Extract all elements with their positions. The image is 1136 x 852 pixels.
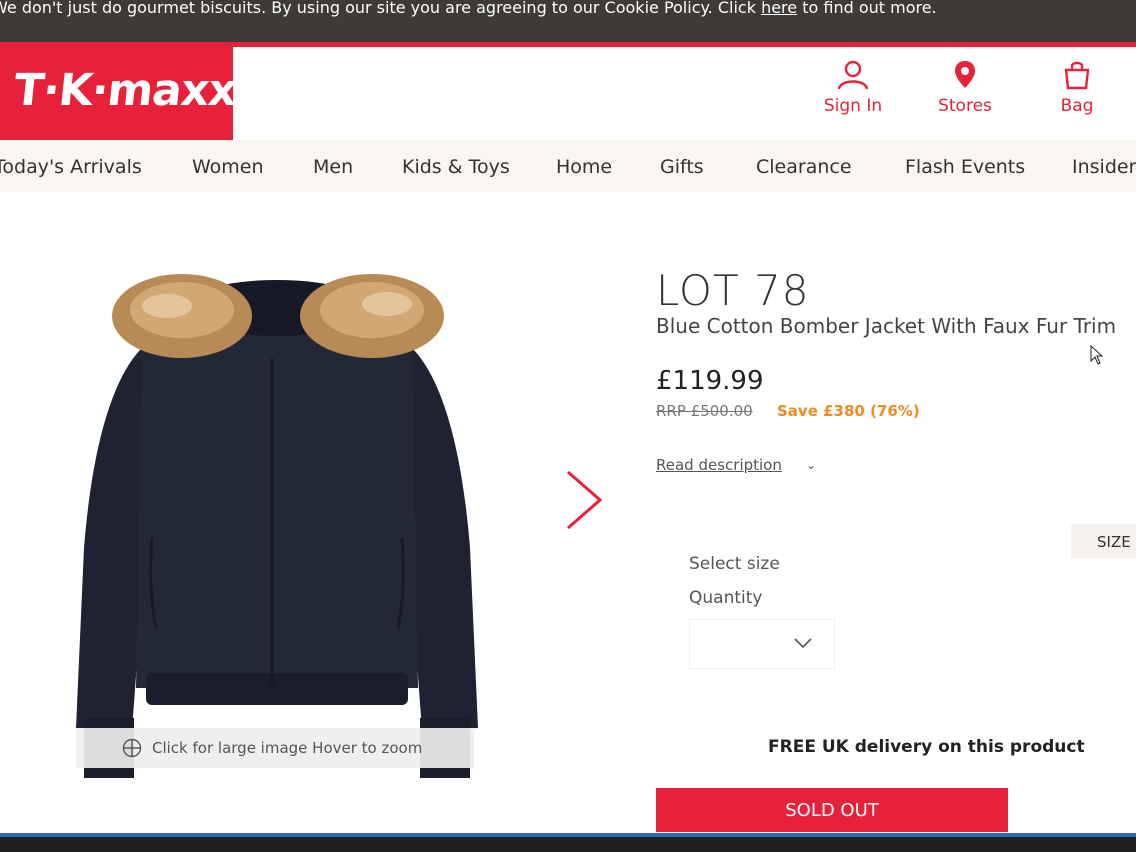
next-image-arrow-icon[interactable] bbox=[562, 468, 606, 532]
product-savings: Save £380 (76%) bbox=[777, 402, 920, 420]
quantity-select[interactable] bbox=[689, 619, 835, 669]
chevron-down-icon bbox=[794, 638, 812, 649]
logo-text: T·K·maxx bbox=[11, 65, 239, 116]
bag-label: Bag bbox=[1060, 96, 1094, 116]
nav-item-todays-arrivals[interactable]: Today's Arrivals bbox=[0, 156, 142, 178]
nav-item-clearance[interactable]: Clearance bbox=[756, 156, 852, 178]
sign-in-link[interactable]: Sign In bbox=[808, 60, 898, 116]
bag-link[interactable]: Bag bbox=[1032, 60, 1122, 116]
product-image[interactable] bbox=[72, 268, 482, 783]
sign-in-label: Sign In bbox=[823, 96, 883, 116]
cookie-message: We don't just do gourmet biscuits. By us… bbox=[0, 0, 762, 17]
main-nav: Today's Arrivals Women Men Kids & Toys H… bbox=[0, 140, 1136, 192]
nav-item-gifts[interactable]: Gifts bbox=[660, 156, 704, 178]
select-size-label: Select size bbox=[689, 554, 780, 574]
quantity-label: Quantity bbox=[689, 588, 763, 608]
cookie-text: We don't just do gourmet biscuits. By us… bbox=[0, 0, 937, 16]
nav-item-insider[interactable]: Insider bbox=[1072, 156, 1136, 178]
product-rrp: RRP £500.00 bbox=[656, 402, 753, 420]
nav-item-women[interactable]: Women bbox=[192, 156, 264, 178]
size-guide-tab[interactable]: SIZE bbox=[1071, 524, 1136, 558]
taskbar bbox=[0, 837, 1136, 852]
read-description-link[interactable]: Read description bbox=[656, 456, 782, 474]
user-icon bbox=[837, 60, 869, 90]
sold-out-button[interactable]: SOLD OUT bbox=[656, 788, 1008, 832]
chevron-down-icon[interactable]: ⌄ bbox=[806, 458, 816, 472]
cookie-banner: We don't just do gourmet biscuits. By us… bbox=[0, 0, 1136, 42]
zoom-hint-bar[interactable]: Click for large image Hover to zoom bbox=[76, 728, 474, 768]
site-logo[interactable]: T·K·maxx bbox=[0, 47, 239, 140]
zoom-hint-text: Click for large image Hover to zoom bbox=[152, 739, 423, 757]
cookie-message-end: to find out more. bbox=[797, 0, 937, 17]
product-name: Blue Cotton Bomber Jacket With Faux Fur … bbox=[656, 314, 1117, 338]
nav-item-flash-events[interactable]: Flash Events bbox=[905, 156, 1025, 178]
stores-link[interactable]: Stores bbox=[920, 60, 1010, 116]
nav-item-men[interactable]: Men bbox=[313, 156, 353, 178]
size-tab-label: SIZE bbox=[1097, 533, 1131, 551]
stores-label: Stores bbox=[938, 96, 992, 116]
product-brand[interactable]: LOT 78 bbox=[656, 266, 809, 315]
zoom-crosshair-icon bbox=[122, 738, 142, 758]
nav-item-kids-toys[interactable]: Kids & Toys bbox=[402, 156, 510, 178]
delivery-info: FREE UK delivery on this product bbox=[768, 737, 1085, 757]
location-pin-icon bbox=[955, 61, 975, 88]
mouse-cursor-icon bbox=[1090, 345, 1104, 365]
bag-icon bbox=[1064, 61, 1090, 90]
product-price: £119.99 bbox=[656, 366, 764, 396]
cookie-policy-link[interactable]: here bbox=[761, 0, 797, 17]
nav-item-home[interactable]: Home bbox=[556, 156, 612, 178]
